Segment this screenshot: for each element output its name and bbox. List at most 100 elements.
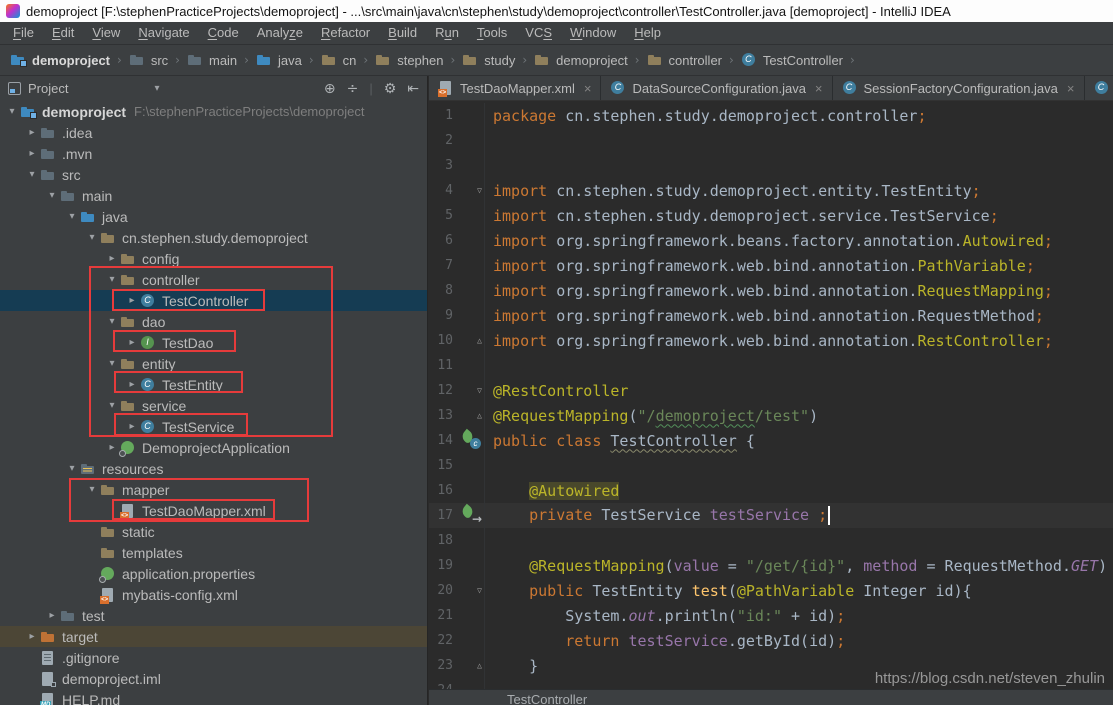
tree-item-demoproject.iml[interactable]: demoproject.iml (0, 668, 427, 689)
expand-arrow-icon[interactable]: ▾ (44, 190, 60, 201)
code-line-17[interactable]: 17→ private TestService testService ; (429, 503, 1113, 528)
editor-breadcrumb-item[interactable]: TestController (507, 692, 587, 705)
code-line-14[interactable]: 14cpublic class TestController { (429, 428, 1113, 453)
fold-collapse-icon[interactable]: ▿ (477, 585, 482, 596)
expand-arrow-icon[interactable]: ▾ (64, 463, 80, 474)
editor-tab-datasourceconfiguration.java[interactable]: CDataSourceConfiguration.java× (601, 76, 832, 100)
code-line-19[interactable]: 19 @RequestMapping(value = "/get/{id}", … (429, 553, 1113, 578)
breadcrumb-item-src[interactable]: src (129, 52, 168, 68)
hide-button[interactable]: ⇤ (407, 81, 419, 97)
tree-item-.idea[interactable]: ▸.idea (0, 122, 427, 143)
tree-item-src[interactable]: ▾src (0, 164, 427, 185)
code-line-16[interactable]: 16 @Autowired (429, 478, 1113, 503)
code-line-20[interactable]: 20▿ public TestEntity test(@PathVariable… (429, 578, 1113, 603)
collapse-all-button[interactable]: ÷ (347, 81, 359, 97)
expand-arrow-icon[interactable]: ▸ (44, 610, 60, 621)
breadcrumb-item-study[interactable]: study (462, 52, 515, 68)
tree-item-static[interactable]: static (0, 521, 427, 542)
code-line-7[interactable]: 7import org.springframework.web.bind.ann… (429, 253, 1113, 278)
expand-arrow-icon[interactable]: ▸ (104, 442, 120, 453)
menu-build[interactable]: Build (379, 22, 426, 44)
expand-arrow-icon[interactable]: ▸ (104, 253, 120, 264)
expand-arrow-icon[interactable]: ▾ (4, 106, 20, 117)
menu-tools[interactable]: Tools (468, 22, 516, 44)
tree-item-.gitignore[interactable]: .gitignore (0, 647, 427, 668)
code-line-6[interactable]: 6import org.springframework.beans.factor… (429, 228, 1113, 253)
locate-button[interactable]: ⊕ (324, 81, 336, 97)
tree-item-main[interactable]: ▾main (0, 185, 427, 206)
menu-window[interactable]: Window (561, 22, 625, 44)
tree-item-target[interactable]: ▸target (0, 626, 427, 647)
tree-item-testdaomapper.xml[interactable]: <>TestDaoMapper.xml (0, 500, 427, 521)
tree-item-testdao[interactable]: ▸ITestDao (0, 332, 427, 353)
code-line-12[interactable]: 12▿@RestController (429, 378, 1113, 403)
spring-autowired-icon[interactable]: → (461, 506, 482, 525)
expand-arrow-icon[interactable]: ▾ (24, 169, 40, 180)
tree-item-testcontroller[interactable]: ▸CTestController (0, 290, 427, 311)
tree-item-templates[interactable]: templates (0, 542, 427, 563)
tree-item-.mvn[interactable]: ▸.mvn (0, 143, 427, 164)
fold-end-icon[interactable]: ▵ (477, 335, 482, 346)
code-line-9[interactable]: 9import org.springframework.web.bind.ann… (429, 303, 1113, 328)
expand-arrow-icon[interactable]: ▸ (124, 379, 140, 390)
expand-arrow-icon[interactable]: ▾ (64, 211, 80, 222)
menu-refactor[interactable]: Refactor (312, 22, 379, 44)
code-line-15[interactable]: 15 (429, 453, 1113, 478)
tree-item-service[interactable]: ▾service (0, 395, 427, 416)
close-icon[interactable]: × (584, 81, 592, 96)
expand-arrow-icon[interactable]: ▾ (104, 358, 120, 369)
spring-bean-class-icon[interactable]: c (461, 431, 482, 450)
breadcrumb-item-controller[interactable]: controller (647, 52, 722, 68)
code-line-13[interactable]: 13▵@RequestMapping("/demoproject/test") (429, 403, 1113, 428)
menu-navigate[interactable]: Navigate (129, 22, 198, 44)
expand-arrow-icon[interactable]: ▸ (124, 421, 140, 432)
menu-view[interactable]: View (83, 22, 129, 44)
tree-item-help.md[interactable]: MDHELP.md (0, 689, 427, 705)
tree-item-resources[interactable]: ▾resources (0, 458, 427, 479)
chevron-down-icon[interactable]: ▾ (154, 83, 159, 94)
menu-help[interactable]: Help (625, 22, 670, 44)
menu-analyze[interactable]: Analyze (248, 22, 312, 44)
expand-arrow-icon[interactable]: ▾ (104, 316, 120, 327)
tree-item-demoproject[interactable]: ▾demoprojectF:\stephenPracticeProjects\d… (0, 101, 427, 122)
tree-item-testservice[interactable]: ▸CTestService (0, 416, 427, 437)
expand-arrow-icon[interactable]: ▸ (124, 295, 140, 306)
editor-tab-testdaomapper.xml[interactable]: <>TestDaoMapper.xml× (429, 76, 601, 100)
fold-collapse-icon[interactable]: ▿ (477, 185, 482, 196)
code-line-22[interactable]: 22 return testService.getById(id); (429, 628, 1113, 653)
tree-item-test[interactable]: ▸test (0, 605, 427, 626)
close-icon[interactable]: × (1067, 81, 1075, 96)
breadcrumb-item-testcontroller[interactable]: CTestController (741, 52, 843, 68)
code-line-10[interactable]: 10▵import org.springframework.web.bind.a… (429, 328, 1113, 353)
breadcrumb-item-java[interactable]: java (256, 52, 302, 68)
tree-item-java[interactable]: ▾java (0, 206, 427, 227)
tree-item-application.properties[interactable]: application.properties (0, 563, 427, 584)
tree-item-entity[interactable]: ▾entity (0, 353, 427, 374)
code-line-21[interactable]: 21 System.out.println("id:" + id); (429, 603, 1113, 628)
fold-end-icon[interactable]: ▵ (477, 410, 482, 421)
tree-item-dao[interactable]: ▾dao (0, 311, 427, 332)
fold-collapse-icon[interactable]: ▿ (477, 385, 482, 396)
code-line-1[interactable]: 1package cn.stephen.study.demoproject.co… (429, 103, 1113, 128)
tree-item-mybatis-config.xml[interactable]: <>mybatis-config.xml (0, 584, 427, 605)
breadcrumb-item-cn[interactable]: cn (321, 52, 357, 68)
close-icon[interactable]: × (815, 81, 823, 96)
menu-run[interactable]: Run (426, 22, 468, 44)
expand-arrow-icon[interactable]: ▾ (84, 232, 100, 243)
expand-arrow-icon[interactable]: ▾ (84, 484, 100, 495)
editor-tab-sessionfactoryconfiguration.java[interactable]: CSessionFactoryConfiguration.java× (833, 76, 1085, 100)
code-line-8[interactable]: 8import org.springframework.web.bind.ann… (429, 278, 1113, 303)
breadcrumb-item-stephen[interactable]: stephen (375, 52, 443, 68)
tree-item-cn.stephen.study.demoproject[interactable]: ▾cn.stephen.study.demoproject (0, 227, 427, 248)
code-line-2[interactable]: 2 (429, 128, 1113, 153)
editor-tab-transac[interactable]: CTransac (1085, 76, 1113, 100)
fold-end-icon[interactable]: ▵ (477, 660, 482, 671)
code-line-4[interactable]: 4▿import cn.stephen.study.demoproject.en… (429, 178, 1113, 203)
code-line-18[interactable]: 18 (429, 528, 1113, 553)
settings-button[interactable]: ⚙ (384, 81, 397, 97)
expand-arrow-icon[interactable]: ▸ (124, 337, 140, 348)
expand-arrow-icon[interactable]: ▸ (24, 127, 40, 138)
tree-item-demoprojectapplication[interactable]: ▸DemoprojectApplication (0, 437, 427, 458)
tree-item-config[interactable]: ▸config (0, 248, 427, 269)
expand-arrow-icon[interactable]: ▸ (24, 148, 40, 159)
